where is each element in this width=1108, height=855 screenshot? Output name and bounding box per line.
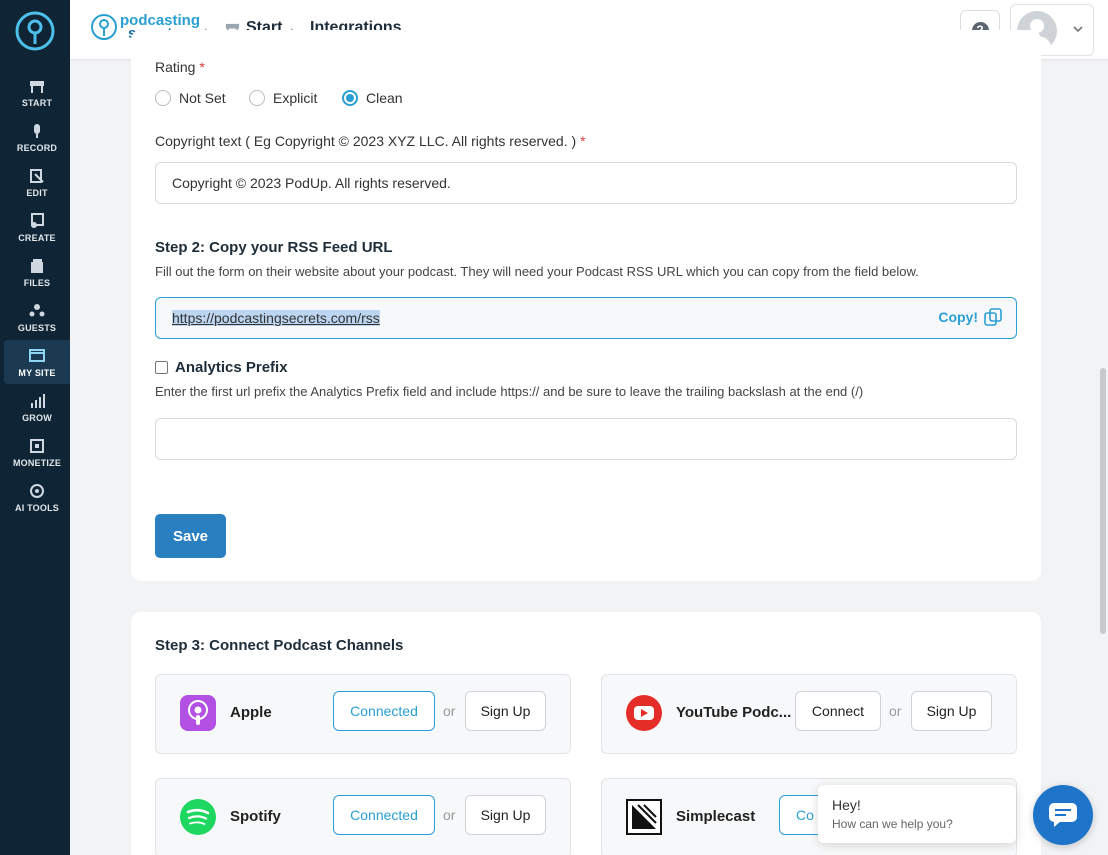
radio-icon bbox=[155, 90, 171, 106]
or-label: or bbox=[443, 703, 456, 719]
step3-title: Step 3: Connect Podcast Channels bbox=[155, 637, 404, 654]
youtube-icon bbox=[626, 695, 662, 731]
channel-name: Spotify bbox=[230, 808, 281, 825]
sidebar-item-create[interactable]: CREATE bbox=[4, 205, 70, 249]
files-icon bbox=[28, 257, 46, 275]
step2-title: Step 2: Copy your RSS Feed URL bbox=[155, 239, 393, 256]
radio-label: Explicit bbox=[273, 90, 318, 106]
rss-url-field[interactable]: https://podcastingsecrets.com/rss Copy! bbox=[155, 297, 1017, 339]
radio-icon bbox=[249, 90, 265, 106]
chevron-down-icon bbox=[1073, 26, 1083, 33]
copyright-label-text: Copyright text ( Eg Copyright © 2023 XYZ… bbox=[155, 133, 577, 149]
sidebar-item-label: RECORD bbox=[16, 142, 58, 153]
rating-option-explicit[interactable]: Explicit bbox=[249, 90, 317, 106]
copyright-input[interactable]: Copyright © 2023 PodUp. All rights reser… bbox=[155, 162, 1017, 204]
radio-selected-icon bbox=[342, 90, 358, 106]
integration-form-panel: Rating * Not Set Explicit Clean Copyrigh… bbox=[131, 30, 1041, 581]
sidebar-item-ai-tools[interactable]: AI TOOLS bbox=[4, 475, 70, 519]
channel-card-youtube: YouTube Podc... Connect or Sign Up bbox=[601, 674, 1017, 754]
sidebar-item-start[interactable]: START bbox=[4, 70, 70, 114]
chart-icon bbox=[28, 392, 46, 410]
connect-button[interactable]: Connect bbox=[795, 691, 881, 731]
radio-label: Not Set bbox=[179, 90, 226, 106]
sidebar-item-edit[interactable]: EDIT bbox=[4, 160, 70, 204]
app-logo-icon[interactable] bbox=[14, 10, 56, 52]
spotify-icon bbox=[180, 799, 216, 835]
or-label: or bbox=[443, 807, 456, 823]
chat-greeting: Hey! bbox=[832, 797, 861, 813]
site-icon bbox=[28, 347, 46, 365]
radio-label: Clean bbox=[366, 90, 403, 106]
sidebar-item-label: CREATE bbox=[18, 232, 56, 243]
copy-label: Copy! bbox=[938, 309, 978, 325]
sidebar-item-label: GROW bbox=[22, 412, 52, 423]
or-label: or bbox=[889, 703, 902, 719]
brand-mark-icon bbox=[91, 14, 117, 40]
sidebar-item-monetize[interactable]: MONETIZE bbox=[4, 430, 70, 474]
rating-option-not-set[interactable]: Not Set bbox=[155, 90, 226, 106]
chat-launcher-button[interactable] bbox=[1033, 785, 1093, 845]
edit-icon bbox=[28, 167, 46, 185]
sidebar: START RECORD EDIT CREATE FILES GUESTS MY… bbox=[0, 0, 70, 855]
sign-up-button[interactable]: Sign Up bbox=[465, 795, 546, 835]
start-icon bbox=[28, 77, 46, 95]
analytics-prefix-checkbox[interactable] bbox=[155, 361, 168, 374]
rss-url-value: https://podcastingsecrets.com/rss bbox=[172, 310, 380, 326]
sidebar-item-guests[interactable]: GUESTS bbox=[4, 295, 70, 339]
rating-option-clean[interactable]: Clean bbox=[342, 90, 403, 106]
channel-name: YouTube Podc... bbox=[676, 704, 792, 721]
simplecast-icon bbox=[626, 799, 662, 835]
sidebar-item-grow[interactable]: GROW bbox=[4, 385, 70, 429]
analytics-prefix-label: Analytics Prefix bbox=[175, 359, 288, 376]
apple-podcasts-icon bbox=[180, 695, 216, 731]
sidebar-item-label: GUESTS bbox=[17, 322, 57, 333]
channel-name: Apple bbox=[230, 704, 272, 721]
sidebar-item-label: EDIT bbox=[26, 187, 48, 198]
copyright-value: Copyright © 2023 PodUp. All rights reser… bbox=[172, 175, 451, 191]
sidebar-item-label: AI TOOLS bbox=[15, 502, 59, 513]
copy-button[interactable]: Copy! bbox=[938, 308, 1002, 326]
chat-icon bbox=[1049, 803, 1077, 827]
channel-card-apple: Apple Connected or Sign Up bbox=[155, 674, 571, 754]
guests-icon bbox=[28, 302, 46, 320]
copy-icon bbox=[984, 308, 1002, 326]
sidebar-item-label: MONETIZE bbox=[12, 457, 62, 468]
sign-up-button[interactable]: Sign Up bbox=[911, 691, 992, 731]
ai-tools-icon bbox=[28, 482, 46, 500]
microphone-icon bbox=[28, 122, 46, 140]
save-button[interactable]: Save bbox=[155, 514, 226, 558]
step2-description: Fill out the form on their website about… bbox=[155, 264, 919, 279]
chat-prompt: How can we help you? bbox=[832, 817, 953, 831]
sidebar-item-files[interactable]: FILES bbox=[4, 250, 70, 294]
analytics-prefix-description: Enter the first url prefix the Analytics… bbox=[155, 384, 864, 399]
sidebar-item-my-site[interactable]: MY SITE bbox=[4, 340, 70, 384]
required-mark: * bbox=[199, 59, 205, 75]
sidebar-item-label: START bbox=[21, 97, 53, 108]
connected-button[interactable]: Connected bbox=[333, 795, 435, 835]
monetize-icon bbox=[28, 437, 46, 455]
copyright-label: Copyright text ( Eg Copyright © 2023 XYZ… bbox=[155, 133, 586, 149]
rating-label: Rating * bbox=[155, 59, 205, 75]
sidebar-item-label: MY SITE bbox=[18, 367, 56, 378]
required-mark: * bbox=[580, 133, 586, 149]
chat-greeting-popup[interactable]: Hey! How can we help you? bbox=[818, 785, 1016, 843]
rating-label-text: Rating bbox=[155, 59, 196, 75]
sidebar-item-label: FILES bbox=[23, 277, 51, 288]
channel-name: Simplecast bbox=[676, 808, 756, 825]
analytics-prefix-input[interactable] bbox=[155, 418, 1017, 460]
channel-card-spotify: Spotify Connected or Sign Up bbox=[155, 778, 571, 855]
sign-up-button[interactable]: Sign Up bbox=[465, 691, 546, 731]
sidebar-item-record[interactable]: RECORD bbox=[4, 115, 70, 159]
create-icon bbox=[28, 212, 46, 230]
connected-button[interactable]: Connected bbox=[333, 691, 435, 731]
page-scrollbar[interactable] bbox=[1100, 368, 1106, 634]
